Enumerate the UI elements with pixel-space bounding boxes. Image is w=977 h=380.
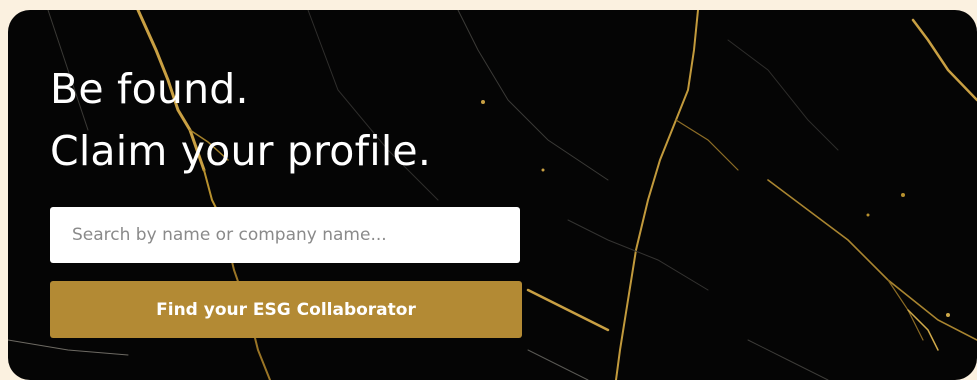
heading-line-claim-profile: Claim your profile. <box>50 127 432 175</box>
find-esg-collaborator-button[interactable]: Find your ESG Collaborator <box>50 281 522 338</box>
heading-line-be-found: Be found. <box>50 65 249 113</box>
claim-profile-card: Be found. Claim your profile. Find your … <box>8 10 977 380</box>
search-input[interactable] <box>50 207 520 263</box>
page-title: Be found. Claim your profile. <box>50 58 431 182</box>
